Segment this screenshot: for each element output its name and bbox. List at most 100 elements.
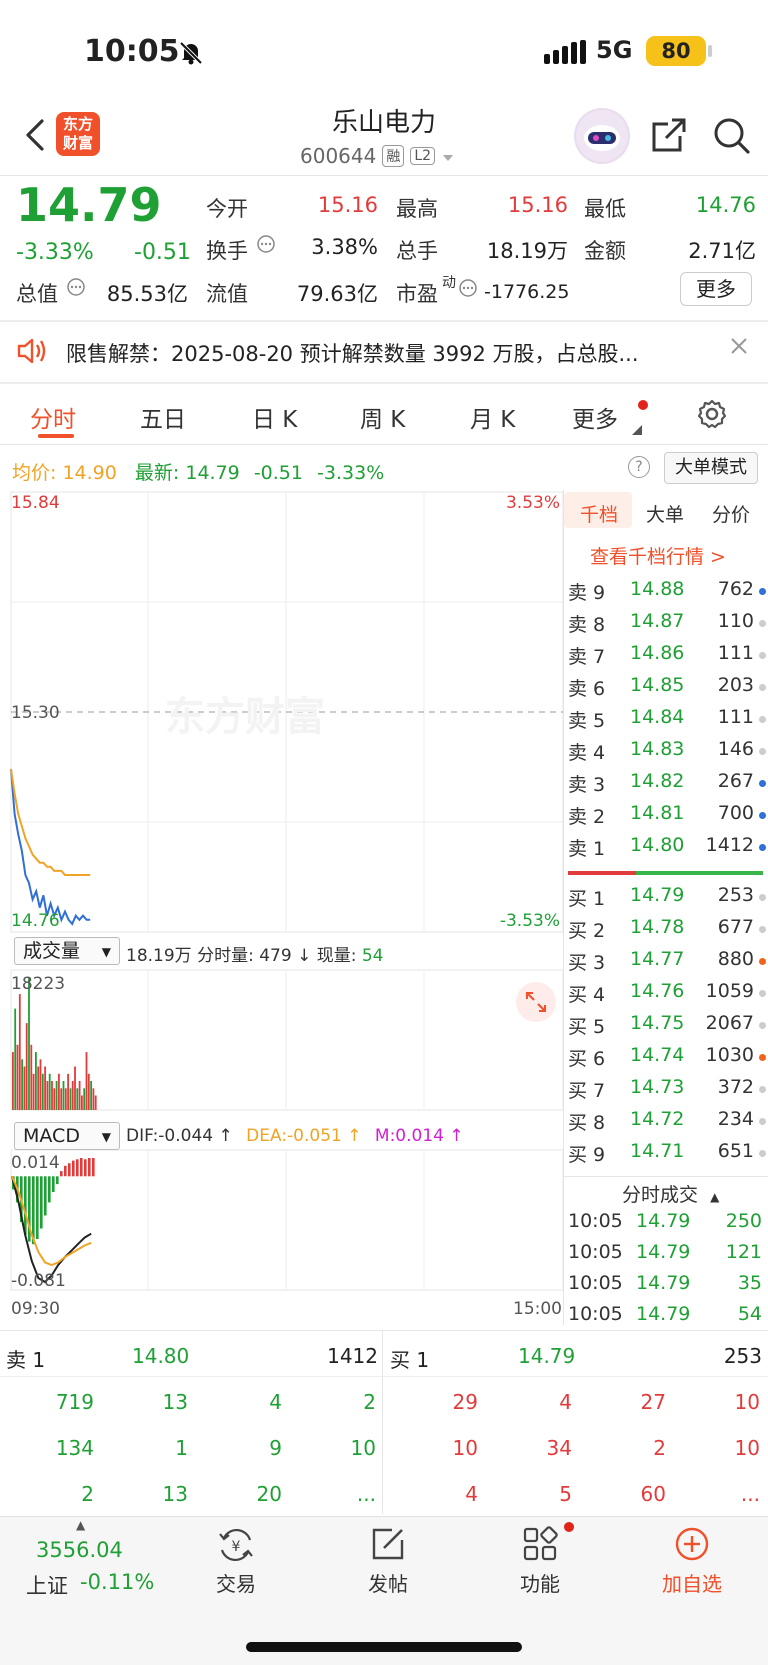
post-icon[interactable] [370, 1526, 406, 1566]
macd-bar [56, 1176, 59, 1185]
active-tab-indicator [38, 434, 74, 438]
tab-post-label[interactable]: 发帖 [328, 1568, 448, 1597]
expand-icon[interactable] [524, 990, 548, 1018]
bid-queue-cell: 10 [734, 1390, 760, 1414]
ask-row[interactable]: 卖 5 14.84 111 [566, 706, 766, 738]
info-dots-icon[interactable] [458, 278, 478, 302]
index-name[interactable]: 上证 [26, 1570, 68, 1600]
macd-min-label: -0.081 [11, 1271, 66, 1291]
level-price: 14.87 [630, 610, 685, 632]
tick-volume: 54 [737, 1303, 762, 1325]
tab-orderbook-1000[interactable]: 千档 [580, 500, 618, 527]
macd-bar [84, 1159, 87, 1177]
volume-indicator-select[interactable]: 成交量 ▼ [14, 937, 120, 965]
volume-bar [81, 1095, 83, 1110]
tab-functions-label[interactable]: 功能 [480, 1568, 600, 1597]
trade-icon[interactable]: ¥ [216, 1526, 256, 1568]
queue-divider [0, 1376, 768, 1377]
ask-ratio-bar [568, 871, 636, 875]
info-dots-icon[interactable] [66, 277, 86, 301]
volume-bar [85, 1052, 88, 1110]
amount-value: 2.71亿 [688, 239, 756, 263]
tab-five-day[interactable]: 五日 [140, 400, 186, 434]
ask-row[interactable]: 卖 6 14.85 203 [566, 674, 766, 706]
volume-bar [62, 1081, 65, 1110]
ticks-title[interactable]: 分时成交 ▲ [622, 1180, 719, 1207]
ask-queue-cell: 719 [55, 1390, 94, 1414]
ask-queue-cell: 134 [55, 1436, 94, 1460]
tab-daily-k[interactable]: 日 K [252, 400, 297, 434]
bid-row[interactable]: 买 9 14.71 651 [566, 1140, 766, 1172]
more-quote-button[interactable]: 更多 [680, 272, 752, 306]
level-label: 卖 5 [568, 710, 606, 732]
tab-add-watchlist-label[interactable]: 加自选 [632, 1568, 752, 1597]
robot-assistant-icon[interactable] [574, 108, 630, 164]
ask-row[interactable]: 卖 7 14.86 111 [566, 642, 766, 674]
level-price: 14.73 [630, 1076, 685, 1098]
volume-bar [12, 1052, 14, 1110]
level-price: 14.84 [630, 706, 685, 728]
level-volume: 677 [717, 916, 754, 938]
close-icon[interactable] [730, 336, 748, 361]
search-icon[interactable] [712, 116, 752, 160]
level-tag: L2 [410, 147, 436, 165]
ask-row[interactable]: 卖 8 14.87 110 [566, 610, 766, 642]
pe-label: 市盈 [396, 282, 438, 306]
tab-intraday[interactable]: 分时 [30, 400, 76, 434]
add-watchlist-icon[interactable] [674, 1526, 710, 1566]
ask-row[interactable]: 卖 3 14.82 267 [566, 770, 766, 802]
big-order-mode-button[interactable]: 大单模式 [664, 452, 758, 484]
intraday-chart[interactable]: 东方财富 15.84 15.30 14.76 3.53% -3.53% 1822… [0, 490, 566, 1340]
ask-row[interactable]: 卖 1 14.80 1412 [566, 834, 766, 866]
bid-queue-cell: 10 [734, 1436, 760, 1460]
tab-price-distribution[interactable]: 分价 [712, 500, 750, 527]
ask-row[interactable]: 卖 4 14.83 146 [566, 738, 766, 770]
level-dot [759, 588, 766, 595]
macd-bar [64, 1165, 67, 1177]
volume-bar [30, 1044, 33, 1110]
macd-bar [68, 1163, 71, 1177]
bid-row[interactable]: 买 2 14.78 677 [566, 916, 766, 948]
bid-row[interactable]: 买 5 14.75 2067 [566, 1012, 766, 1044]
share-icon[interactable] [650, 116, 688, 158]
tab-more[interactable]: 更多 [572, 400, 618, 434]
gear-icon[interactable] [696, 398, 728, 434]
volume-bar [32, 1073, 35, 1110]
index-percent[interactable]: -0.11% [80, 1570, 154, 1594]
queue-bid-price: 14.79 [518, 1344, 576, 1368]
ask-queue-cell: 20 [256, 1482, 282, 1506]
bid-row[interactable]: 买 1 14.79 253 [566, 884, 766, 916]
info-dots-icon[interactable] [256, 234, 276, 258]
index-value[interactable]: 3556.04 [36, 1538, 123, 1562]
bid-queue-cell: 4 [465, 1482, 478, 1506]
macd-values: DIF:-0.044 ↑ DEA:-0.051 ↑ M:0.014 ↑ [126, 1126, 464, 1146]
tab-weekly-k[interactable]: 周 K [360, 400, 405, 434]
ask-row[interactable]: 卖 2 14.81 700 [566, 802, 766, 834]
ask-row[interactable]: 卖 9 14.88 762 [566, 578, 766, 610]
level-price: 14.88 [630, 578, 685, 600]
bid-row[interactable]: 买 4 14.76 1059 [566, 980, 766, 1012]
functions-icon[interactable] [522, 1526, 558, 1566]
queue-ask-price: 14.80 [132, 1344, 190, 1368]
stock-code-row[interactable]: 600644 融 L2 [300, 144, 455, 168]
view-orderbook-link[interactable]: 查看千档行情 > [590, 542, 726, 569]
pct-min-label: -3.53% [500, 911, 560, 931]
tab-big-orders[interactable]: 大单 [646, 500, 684, 527]
unlock-notice-text[interactable]: 限售解禁：2025-08-20 预计解禁数量 3992 万股，占总股... [66, 338, 639, 368]
help-icon[interactable]: ? [628, 456, 650, 478]
bid-row[interactable]: 买 3 14.77 880 [566, 948, 766, 980]
margin-tag: 融 [382, 145, 405, 167]
volume-summary: 18.19万 分时量: 479 ↓ 现量: 54 [126, 941, 384, 966]
level-dot [759, 1054, 766, 1061]
tab-trade-label[interactable]: 交易 [176, 1568, 296, 1597]
bid-row[interactable]: 买 7 14.73 372 [566, 1076, 766, 1108]
macd-indicator-select[interactable]: MACD ▼ [14, 1122, 120, 1150]
pe-superscript: 动 [442, 275, 456, 291]
level-price: 14.79 [630, 884, 685, 906]
tab-monthly-k[interactable]: 月 K [470, 400, 515, 434]
bid-row[interactable]: 买 8 14.72 234 [566, 1108, 766, 1140]
bid-row[interactable]: 买 6 14.74 1030 [566, 1044, 766, 1076]
level-price: 14.81 [630, 802, 685, 824]
home-indicator [246, 1642, 522, 1652]
bid-queue-cell: ... [740, 1482, 760, 1506]
